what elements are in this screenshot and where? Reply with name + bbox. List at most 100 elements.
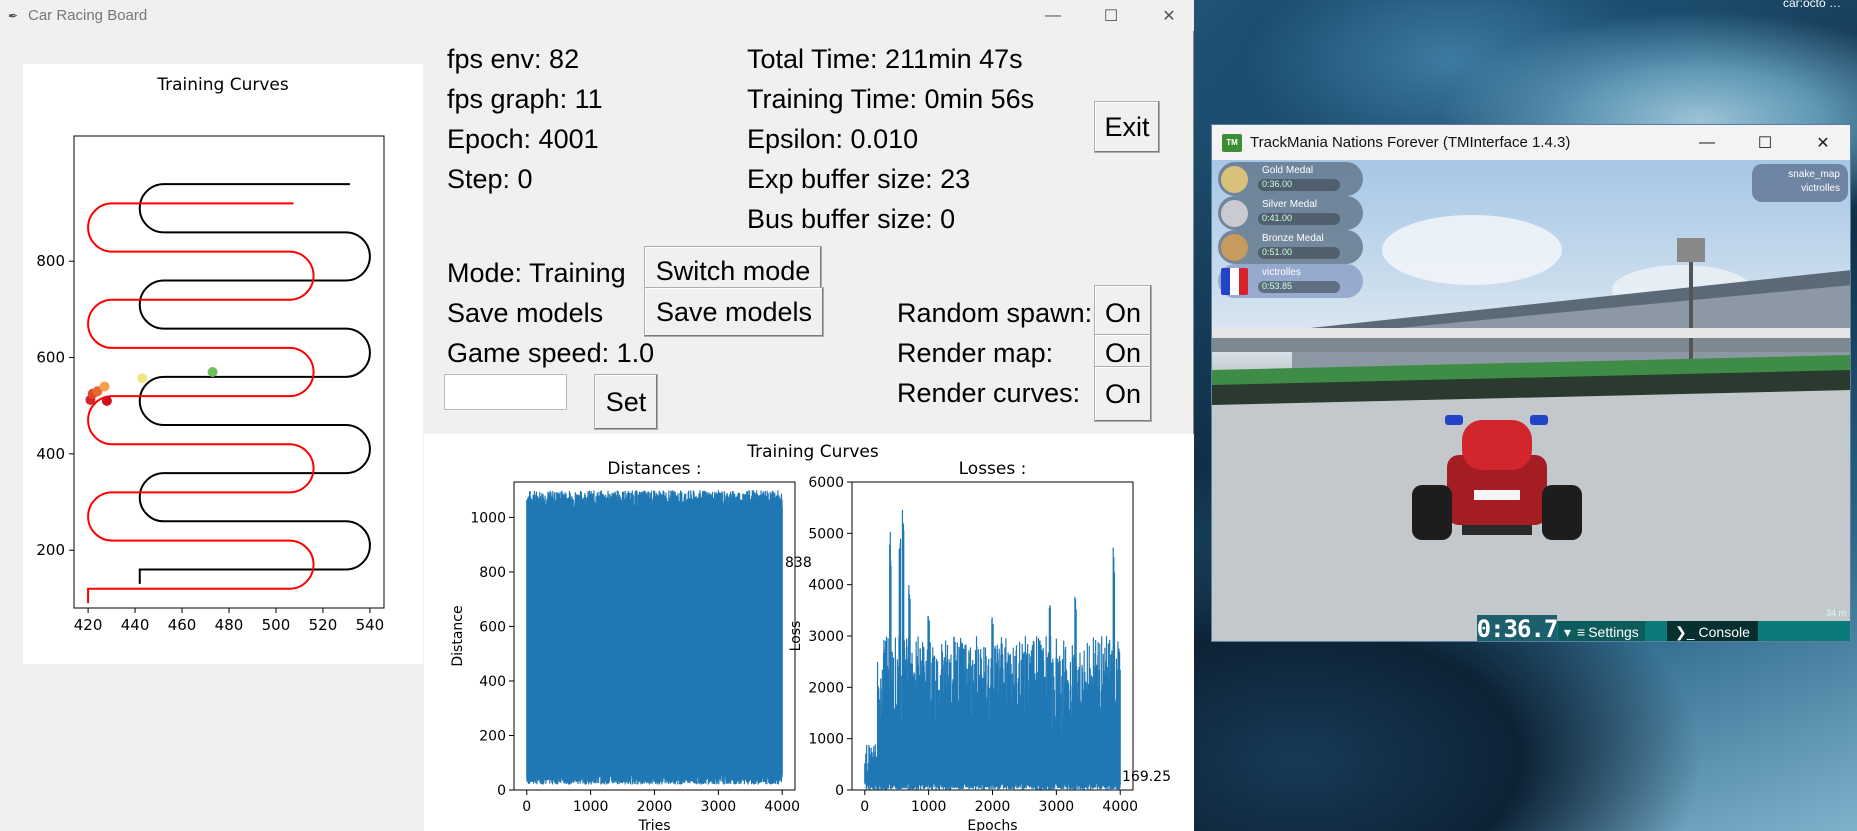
france-flag-icon [1221, 268, 1248, 295]
fps-graph-label: fps graph: 11 [447, 84, 603, 114]
car-position-point [207, 367, 218, 377]
x-tick-label: 460 [168, 616, 197, 634]
terminal-icon: ❯_ [1675, 623, 1695, 640]
minimize-button[interactable]: — [1024, 0, 1082, 31]
settings-button[interactable]: ▾ ≡ Settings [1558, 621, 1645, 641]
game-speed-label: Game speed: 1.0 [447, 338, 655, 368]
training-curves-chart: Training Curves Distances : 0 1000 2000 3000 4… [450, 442, 1171, 831]
medal-player: victrolles 0:53.85 [1218, 264, 1363, 298]
map-chart: Training Curves 420 440 460 480 500 520 540 200 4… [36, 75, 385, 634]
random-spawn-label: Random spawn: [897, 298, 1093, 328]
distances-x-tick-label: 1000 [573, 799, 609, 815]
losses-series [864, 509, 1121, 790]
bronze-medal-icon [1221, 234, 1248, 261]
map-name: snake_map [1788, 169, 1840, 180]
feather-icon: ✒ [8, 8, 19, 23]
gold-medal-icon [1221, 166, 1248, 193]
car-position-point [101, 395, 112, 406]
render-map-label: Render map: [897, 338, 1054, 368]
losses-x-tick-label: 4000 [1102, 799, 1138, 815]
car-racing-board-window: ✒ Car Racing Board — ☐ ✕ Training Curves… [0, 0, 1194, 831]
losses-y-tick-label: 3000 [808, 629, 844, 645]
track-outer-line [87, 202, 315, 604]
trackmania-title: TrackMania Nations Forever (TMInterface … [1250, 134, 1571, 151]
x-tick-label: 440 [121, 616, 150, 634]
map-plot-frame [73, 135, 385, 609]
render-curves-toggle[interactable]: On [1094, 366, 1152, 422]
medal-silver: Silver Medal 0:41.00 [1218, 196, 1363, 230]
losses-x-axis-label: Epochs [967, 818, 1017, 831]
losses-y-tick-label: 2000 [808, 680, 844, 696]
game-viewport[interactable]: Gold Medal 0:36.00 Silver Medal 0:41.00 … [1212, 160, 1850, 642]
distances-x-tick-label: 4000 [764, 799, 800, 815]
medal-name: Gold Medal [1262, 165, 1314, 176]
tm-maximize-button[interactable]: ☐ [1736, 125, 1794, 160]
distances-x-tick-label: 0 [522, 799, 531, 815]
exp-buffer-label: Exp buffer size: 23 [747, 164, 971, 194]
desktop-corner-text: car:octo … [1782, 0, 1841, 10]
trackmania-titlebar[interactable]: TM TrackMania Nations Forever (TMInterfa… [1212, 125, 1850, 160]
set-speed-button[interactable]: Set [594, 374, 658, 430]
race-timer: 0:36.7 [1476, 615, 1558, 642]
losses-y-tick-label: 4000 [808, 578, 844, 594]
distance-readout: 34 m [1825, 608, 1846, 618]
distances-x-axis-label: Tries [637, 818, 670, 831]
distances-x-tick-label: 3000 [701, 799, 737, 815]
chevron-down-icon: ▾ [1564, 623, 1572, 640]
training-curves-title: Training Curves [746, 442, 879, 462]
medal-time: 0:36.00 [1258, 179, 1340, 191]
mode-label: Mode: Training [447, 258, 626, 288]
training-curves-panel: Training Curves Distances : 0 1000 2000 3000 4… [424, 434, 1194, 831]
save-models-label: Save models [447, 298, 604, 328]
map-chart-title: Training Curves [156, 75, 289, 95]
map-author: victrolles [1801, 183, 1840, 194]
game-speed-input[interactable] [444, 374, 567, 410]
window-title: Car Racing Board [28, 7, 148, 24]
losses-y-tick-label: 1000 [808, 732, 844, 748]
random-spawn-toggle[interactable]: On [1094, 285, 1152, 341]
exit-button[interactable]: Exit [1094, 101, 1160, 153]
close-button[interactable]: ✕ [1140, 0, 1198, 31]
render-curves-label: Render curves: [897, 378, 1081, 408]
car-position-point [99, 381, 110, 392]
player-time: 0:53.85 [1258, 281, 1340, 293]
y-tick-label: 200 [36, 541, 65, 559]
x-tick-label: 500 [262, 616, 291, 634]
distances-y-tick-label: 800 [479, 565, 506, 581]
epsilon-label: Epsilon: 0.010 [747, 124, 919, 154]
distances-title: Distances : [607, 459, 701, 479]
trackmania-window: TM TrackMania Nations Forever (TMInterfa… [1211, 124, 1851, 642]
medal-name: Silver Medal [1262, 199, 1318, 210]
losses-y-tick-label: 6000 [808, 475, 844, 491]
epoch-label: Epoch: 4001 [447, 124, 599, 154]
medal-time: 0:51.00 [1258, 247, 1340, 259]
losses-title: Losses : [959, 459, 1027, 479]
x-tick-label: 480 [215, 616, 244, 634]
map-badge: snake_map victrolles [1752, 164, 1848, 202]
medal-name: Bronze Medal [1262, 233, 1324, 244]
losses-y-axis-label: Loss [788, 621, 804, 652]
settings-label: Settings [1588, 624, 1639, 640]
player-name: victrolles [1262, 267, 1301, 278]
empty-area [0, 664, 414, 831]
medal-time: 0:41.00 [1258, 213, 1340, 225]
losses-x-tick-label: 1000 [911, 799, 947, 815]
losses-annotation: 169.25 [1122, 769, 1171, 785]
tm-minimize-button[interactable]: — [1678, 125, 1736, 160]
console-button[interactable]: ❯_ Console [1667, 621, 1758, 641]
losses-y-tick-label: 0 [835, 783, 844, 799]
x-tick-label: 420 [74, 616, 103, 634]
distances-annotation: 838 [785, 555, 812, 571]
tm-close-button[interactable]: ✕ [1794, 125, 1850, 160]
window-titlebar[interactable]: ✒ Car Racing Board — ☐ ✕ [0, 0, 1194, 31]
total-time-label: Total Time: 211min 47s [747, 44, 1023, 74]
save-models-button[interactable]: Save models [644, 287, 824, 337]
trackmania-logo-icon: TM [1222, 133, 1242, 152]
console-label: Console [1698, 624, 1750, 640]
bus-buffer-label: Bus buffer size: 0 [747, 204, 956, 234]
maximize-button[interactable]: ☐ [1082, 0, 1140, 31]
distances-y-axis-label: Distance [450, 605, 466, 666]
losses-x-tick-label: 2000 [975, 799, 1011, 815]
distances-y-tick-label: 400 [479, 674, 506, 690]
step-label: Step: 0 [447, 164, 533, 194]
